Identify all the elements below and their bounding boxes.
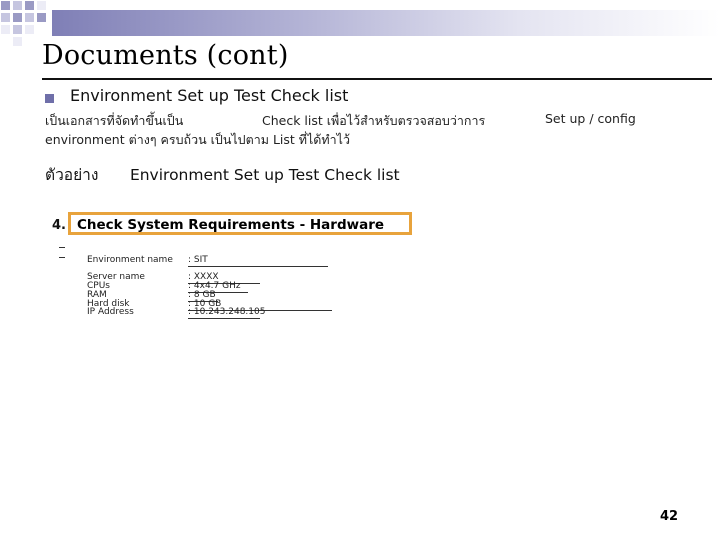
slide-title: Documents (cont): [42, 40, 289, 71]
dash-marker: [59, 247, 65, 248]
description-line-2: environment ต่างๆ ครบถ้วน เป็นไปตาม List…: [45, 132, 350, 147]
environment-label: Environment name: [87, 255, 173, 265]
square-bullet-icon: [45, 94, 54, 103]
page-number: 42: [660, 509, 679, 524]
section-heading: Environment Set up Test Check list: [70, 86, 349, 105]
example-row: ตัวอย่าง Environment Set up Test Check l…: [45, 162, 400, 187]
title-underline: [42, 78, 712, 80]
dash-marker: [59, 257, 65, 258]
requirement-title: Check System Requirements - Hardware: [77, 217, 385, 233]
environment-value: : SIT: [188, 255, 328, 267]
field-label-ip: IP Address: [87, 307, 134, 317]
requirement-number: 4.: [52, 218, 66, 233]
requirement-highlight-box: Check System Requirements - Hardware: [68, 212, 412, 235]
example-text: Environment Set up Test Check list: [129, 166, 400, 184]
header-gradient-band: [52, 10, 720, 36]
example-label: ตัวอย่าง: [45, 166, 99, 184]
description-line-1c: Set up / config: [545, 111, 636, 126]
description-line-1b: Check list เพื่อไว้สำหรับตรวจสอบว่าการ: [262, 113, 486, 128]
description-line-1a: เป็นเอกสารที่จัดทำขึ้นเป็น: [45, 113, 184, 128]
field-value-ip: : 10.243.248.105: [188, 307, 266, 319]
